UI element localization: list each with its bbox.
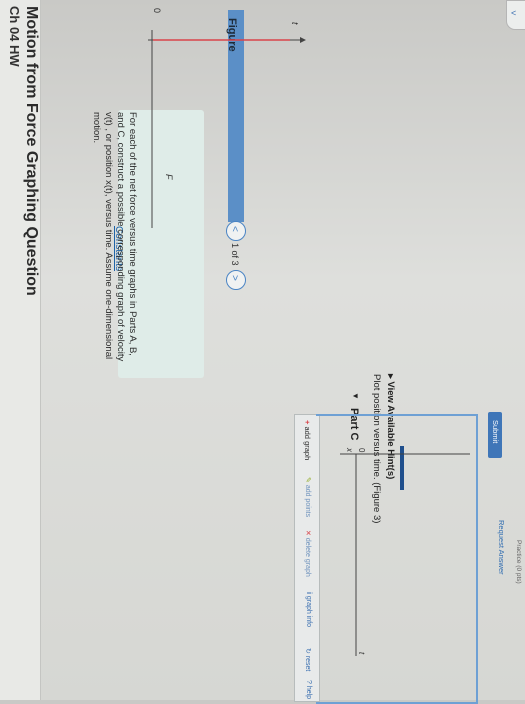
answer-x-axis-label: t (357, 652, 366, 655)
expand-tab[interactable]: < (506, 0, 525, 30)
answer-y-axis-label: x (345, 448, 354, 452)
submit-button[interactable]: Submit (488, 412, 502, 458)
expand-arrow-icon: < (511, 8, 517, 18)
answer-graph (340, 453, 470, 656)
practice-label: Practice (0 pts) (515, 540, 522, 584)
submit-label: Submit (491, 420, 500, 444)
request-answer-link[interactable]: Request Answer (497, 520, 506, 575)
answer-origin-label: 0 (357, 448, 366, 453)
